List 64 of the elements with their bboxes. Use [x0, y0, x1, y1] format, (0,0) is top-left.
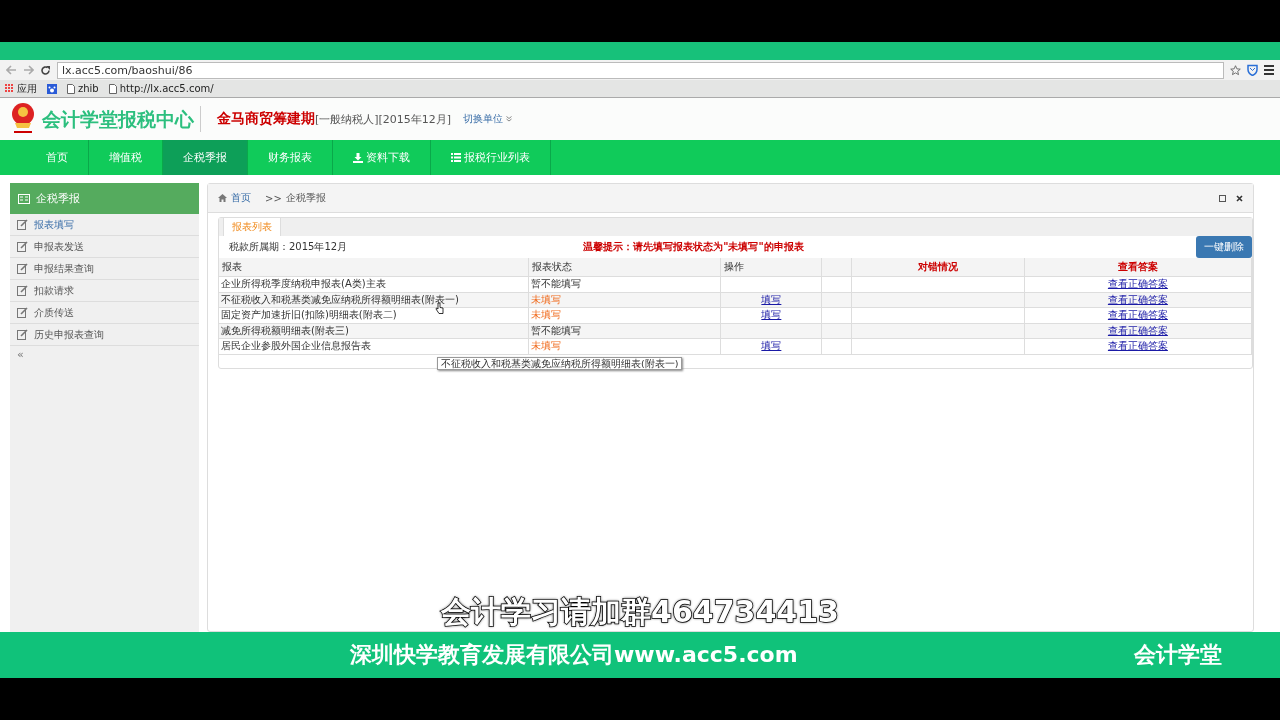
notice-text: 温馨提示：请先填写报表状态为"未填写"的申报表: [583, 240, 804, 254]
page-icon: [108, 83, 117, 94]
edit-icon: [17, 219, 28, 230]
subtitle-caption: 会计学习请加群464734413: [441, 593, 839, 631]
page-icon: [67, 83, 75, 94]
column-header: 报表状态: [528, 258, 721, 277]
breadcrumb-current: 企税季报: [285, 191, 326, 205]
taxpayer-info: [一般纳税人][2015年12月]: [315, 112, 452, 127]
collapse-toggle[interactable]: «: [17, 348, 24, 361]
breadcrumb-separator: >>: [265, 192, 282, 204]
download-icon: [353, 152, 363, 163]
shield-icon[interactable]: [1247, 64, 1258, 76]
table-cell: 暂不能填写: [528, 276, 721, 292]
edit-icon: [17, 263, 28, 274]
sidebar-item[interactable]: 申报表发送: [10, 236, 199, 258]
sidebar-item[interactable]: 报表填写: [10, 214, 199, 236]
sidebar-item[interactable]: 扣款请求: [10, 280, 199, 302]
star-icon[interactable]: [1230, 64, 1241, 76]
home-icon: [218, 194, 227, 202]
chevron-icon[interactable]: [506, 116, 513, 122]
apps-grid-icon: [5, 84, 14, 93]
table-cell: 企业所得税季度纳税申报表(A类)主表: [219, 276, 529, 292]
reload-icon[interactable]: [40, 64, 51, 76]
paw-icon[interactable]: [47, 83, 57, 94]
column-header: 查看答案: [1024, 258, 1252, 277]
answer-link[interactable]: 查看正确答案: [1107, 309, 1168, 321]
edit-icon: [17, 329, 28, 340]
answer-link[interactable]: 查看正确答案: [1107, 278, 1168, 290]
hand-cursor-icon: [435, 302, 444, 314]
tooltip: 不征税收入和税基类减免应纳税所得额明细表(附表一): [437, 357, 683, 370]
fill-link[interactable]: 填写: [761, 309, 782, 321]
delete-all-button[interactable]: 一键删除: [1196, 236, 1252, 258]
bookmark-link[interactable]: zhib: [78, 83, 99, 94]
maximize-icon[interactable]: [1219, 194, 1226, 202]
edit-icon: [17, 307, 28, 318]
table-cell: 居民企业参股外国企业信息报告表: [219, 338, 529, 354]
site-logo: 会计学堂报税中心: [36, 106, 201, 132]
address-bar[interactable]: lx.acc5.com/baoshui/86: [57, 61, 1224, 79]
switch-unit-link[interactable]: 切换单位: [463, 112, 504, 126]
company-name: 金马商贸筹建期: [217, 110, 315, 128]
edit-icon: [17, 285, 28, 296]
breadcrumb-link[interactable]: 首页: [231, 191, 251, 205]
column-header: 操作: [720, 258, 822, 277]
bookmark-link[interactable]: 应用: [17, 81, 37, 96]
column-header: 对错情况: [851, 258, 1025, 277]
menu-icon[interactable]: [1264, 65, 1274, 75]
sidebar-item[interactable]: 历史申报表查询: [10, 324, 199, 346]
list-icon: [451, 153, 461, 162]
company-banner-text: 深圳快学教育发展有限公司www.acc5.com: [350, 641, 798, 669]
fill-link[interactable]: 填写: [761, 340, 782, 352]
edit-icon: [17, 241, 28, 252]
close-icon[interactable]: [1236, 194, 1243, 202]
fill-link[interactable]: 填写: [761, 293, 782, 305]
table-cell: 未填写: [528, 307, 721, 323]
sidebar-title: 企税季报: [36, 191, 80, 206]
sidebar-item[interactable]: 申报结果查询: [10, 258, 199, 280]
answer-link[interactable]: 查看正确答案: [1107, 340, 1168, 352]
card-icon: [18, 193, 30, 204]
bookmark-link[interactable]: http://lx.acc5.com/: [119, 83, 214, 94]
brand-text: 会计学堂: [1134, 641, 1222, 669]
column-header: 报表: [219, 258, 529, 277]
tax-period: 税款所属期：2015年12月: [229, 240, 348, 254]
table-cell: 未填写: [528, 338, 721, 354]
sidebar-item[interactable]: 介质传送: [10, 302, 199, 324]
